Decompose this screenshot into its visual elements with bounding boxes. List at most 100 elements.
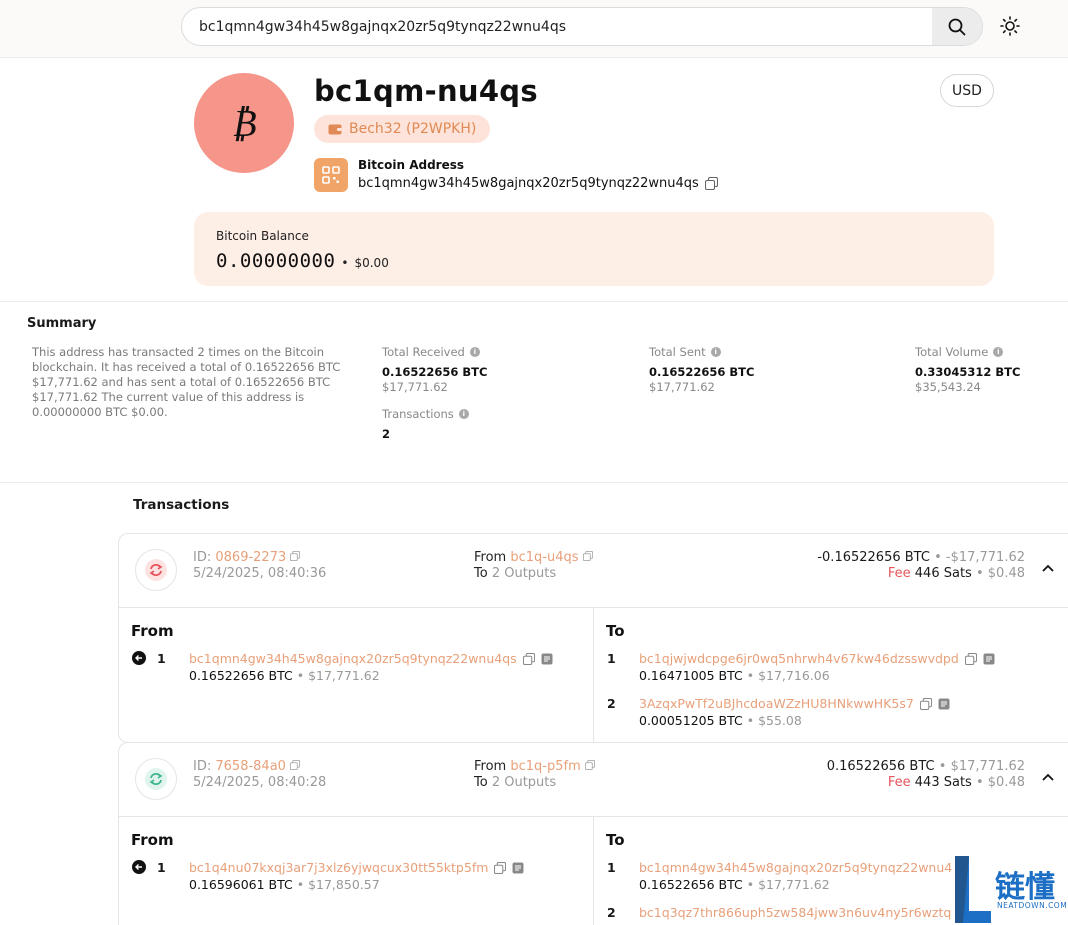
transaction-amount: -0.16522656 BTC • -$17,771.62 Fee 446 Sa… xyxy=(817,550,1025,581)
tx-fee-usd: $0.48 xyxy=(987,775,1025,790)
stat-total-received: Total Received i 0.16522656 BTC $17,771.6… xyxy=(382,345,487,394)
arrow-left-icon xyxy=(132,860,146,874)
transaction-card: ID: 7658-84a0 5/24/2025, 08:40:28 From b… xyxy=(118,742,1068,925)
transactions-title: Transactions xyxy=(133,497,230,513)
balance-value: 0.00000000 • $0.00 xyxy=(216,250,389,272)
qr-code-button[interactable] xyxy=(314,158,348,192)
stat-count: 2 xyxy=(382,427,391,441)
stat-transactions: Transactions i 2 xyxy=(382,407,469,441)
chevron-up-icon[interactable] xyxy=(1039,769,1057,787)
stat-usd: $17,771.62 xyxy=(649,380,715,394)
search-input[interactable] xyxy=(182,8,932,45)
tx-from-link[interactable]: bc1q-u4qs xyxy=(510,550,578,565)
page-title: bc1qm-nu4qs xyxy=(314,74,538,108)
copy-icon xyxy=(522,652,535,665)
swap-icon xyxy=(149,564,163,576)
output-index: 1 xyxy=(607,651,616,666)
balance-card: Bitcoin Balance 0.00000000 • $0.00 xyxy=(194,212,994,286)
output-address-link[interactable]: bc1qjwjwdcpge6jr0wq5nhrwh4v67kw46dzsswvd… xyxy=(639,650,995,667)
output-index: 2 xyxy=(607,696,616,711)
input-address-link[interactable]: bc1qmn4gw34h45w8gajnqx20zr5q9tynqz22wnu4… xyxy=(189,650,553,667)
tx-fee-label: Fee xyxy=(887,566,911,581)
copy-icon[interactable] xyxy=(290,759,301,771)
summary-title: Summary xyxy=(27,316,97,331)
qr-icon xyxy=(322,166,340,184)
outputs-title: To xyxy=(606,831,625,849)
outputs-title: To xyxy=(606,622,625,640)
copy-icon[interactable] xyxy=(704,177,718,190)
currency-selector[interactable]: USD xyxy=(940,74,994,107)
input-amount: 0.16596061 BTC • $17,850.57 xyxy=(189,877,380,892)
summary-text: This address has transacted 2 times on t… xyxy=(32,345,341,419)
balance-usd: $0.00 xyxy=(354,256,389,270)
search-icon xyxy=(948,18,966,35)
inputs-column: From 1 bc1q4nu07kxqj3ar7j3xlz6yjwqcux30t… xyxy=(119,817,594,925)
search-bar xyxy=(181,7,983,46)
address-type-label: Bech32 (P2WPKH) xyxy=(349,121,477,137)
bitcoin-avatar: ₿ xyxy=(194,73,294,173)
balance-label: Bitcoin Balance xyxy=(216,229,309,243)
transaction-meta: ID: 0869-2273 5/24/2025, 08:40:36 xyxy=(193,550,326,582)
tx-fee-label: Fee xyxy=(887,775,911,790)
tx-time: 5/24/2025, 08:40:36 xyxy=(193,566,327,581)
tx-id-link[interactable]: 0869-2273 xyxy=(215,550,286,565)
stat-btc: 0.16522656 BTC xyxy=(382,365,488,379)
chevron-up-icon[interactable] xyxy=(1039,560,1057,578)
tx-fee-usd: $0.48 xyxy=(987,566,1025,581)
address-value: bc1qmn4gw34h45w8gajnqx20zr5q9tynqz22wnu4… xyxy=(358,176,699,191)
stat-total-sent: Total Sent i 0.16522656 BTC $17,771.62 xyxy=(649,345,754,394)
address-label: Bitcoin Address xyxy=(358,158,464,172)
transaction-summary: From bc1q-u4qs To 2 Outputs xyxy=(474,550,593,582)
transaction-header[interactable]: ID: 0869-2273 5/24/2025, 08:40:36 From b… xyxy=(119,534,1068,608)
search-button[interactable] xyxy=(932,8,982,45)
stat-label: Transactions xyxy=(382,407,454,421)
transaction-header[interactable]: ID: 7658-84a0 5/24/2025, 08:40:28 From b… xyxy=(119,743,1068,817)
copy-icon[interactable] xyxy=(290,550,301,562)
tx-to-outputs: 2 Outputs xyxy=(491,775,557,790)
tx-amount-btc: -0.16522656 BTC xyxy=(817,550,930,565)
tx-amount-usd: -$17,771.62 xyxy=(945,550,1025,565)
tx-to-outputs: 2 Outputs xyxy=(491,566,557,581)
stat-usd: $17,771.62 xyxy=(382,380,448,394)
tx-time: 5/24/2025, 08:40:28 xyxy=(193,775,327,790)
transaction-status xyxy=(135,758,177,800)
tx-from-link[interactable]: bc1q-p5fm xyxy=(510,759,580,774)
tx-to-label: To xyxy=(474,775,488,790)
tx-fee-sats: 446 Sats xyxy=(914,566,972,581)
watermark-sub: NEATDOWN.COM xyxy=(997,901,1068,910)
output-address-link[interactable]: bc1q3qz7thr866uph5zw584jww3n6uv4ny5r6wzt… xyxy=(639,904,951,921)
info-icon[interactable]: i xyxy=(710,347,721,357)
stat-total-volume: Total Volume i 0.33045312 BTC $35,543.24 xyxy=(915,345,1020,394)
input-address-link[interactable]: bc1q4nu07kxqj3ar7j3xlz6yjwqcux30tt55ktp5… xyxy=(189,859,524,876)
divider xyxy=(0,482,1068,483)
bitcoin-icon: ₿ xyxy=(231,100,257,145)
tx-from-label: From xyxy=(474,550,507,565)
tx-id-link[interactable]: 7658-84a0 xyxy=(215,759,286,774)
copy-icon xyxy=(964,652,977,665)
stat-btc: 0.33045312 BTC xyxy=(915,365,1021,379)
balance-btc: 0.00000000 xyxy=(216,250,336,272)
swap-icon xyxy=(149,773,163,785)
tx-from-label: From xyxy=(474,759,507,774)
copy-icon[interactable] xyxy=(582,550,593,562)
explorer-icon xyxy=(983,653,995,664)
top-bar xyxy=(0,0,1068,58)
tx-id-label: ID: xyxy=(193,550,212,565)
output-address-link[interactable]: 3AzqxPwTf2uBJhcdoaWZzHU8HNkwwHK5s7 xyxy=(639,695,950,712)
info-icon[interactable]: i xyxy=(469,347,480,357)
address-full: bc1qmn4gw34h45w8gajnqx20zr5q9tynqz22wnu4… xyxy=(358,176,718,191)
transaction-meta: ID: 7658-84a0 5/24/2025, 08:40:28 xyxy=(193,759,326,791)
stat-usd: $35,543.24 xyxy=(915,380,981,394)
info-icon[interactable]: i xyxy=(458,409,469,419)
copy-icon[interactable] xyxy=(584,759,595,771)
input-index: 1 xyxy=(157,651,166,666)
tx-amount-usd: $17,771.62 xyxy=(950,759,1025,774)
sun-icon xyxy=(1000,16,1020,36)
address-type-badge: Bech32 (P2WPKH) xyxy=(314,115,491,143)
outputs-column: To 1 bc1qjwjwdcpge6jr0wq5nhrwh4v67kw46dz… xyxy=(594,608,1068,742)
tx-to-label: To xyxy=(474,566,488,581)
input-index: 1 xyxy=(157,860,166,875)
theme-toggle-button[interactable] xyxy=(996,12,1024,40)
info-icon[interactable]: i xyxy=(993,347,1004,357)
output-address-link[interactable]: bc1qmn4gw34h45w8gajnqx20zr5q9tynqz22wnu4 xyxy=(639,859,952,876)
